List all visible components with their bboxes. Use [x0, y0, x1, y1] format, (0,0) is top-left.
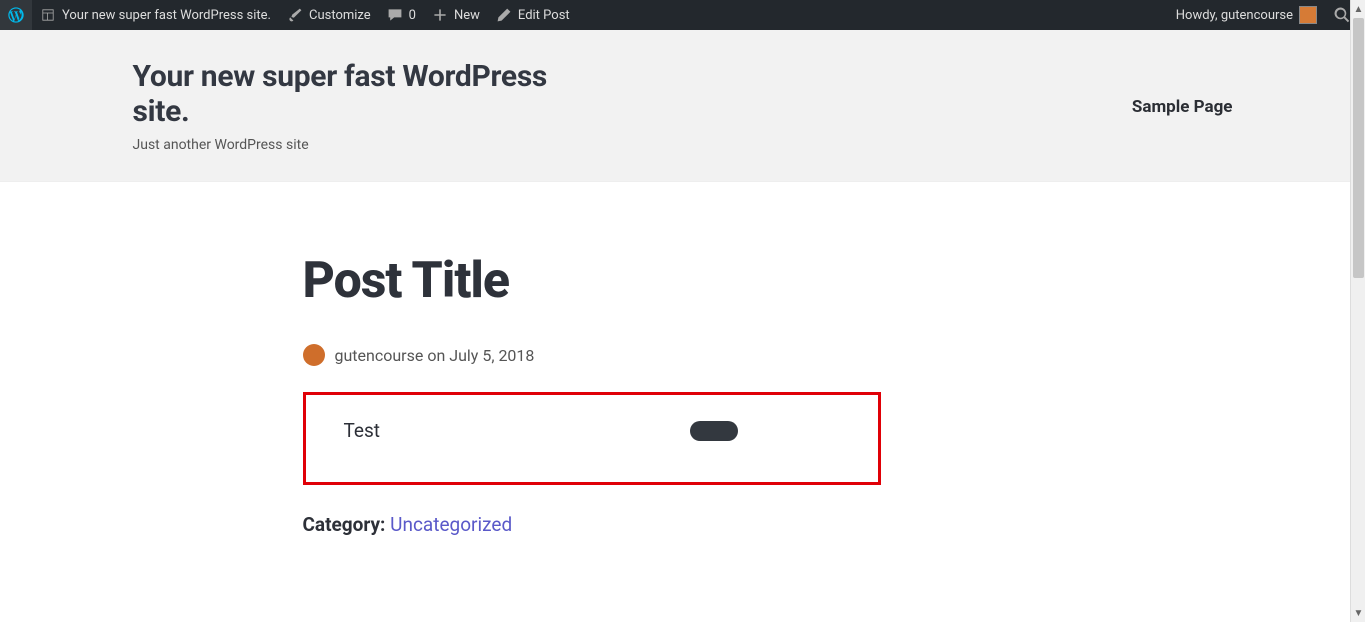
site-branding: Your new super fast WordPress site. Just… — [133, 60, 593, 153]
vertical-scrollbar[interactable]: ▲ ▼ — [1350, 0, 1365, 622]
post-byline: gutencourse on July 5, 2018 — [303, 344, 1103, 366]
search-icon — [1333, 6, 1351, 24]
post-title: Post Title — [303, 252, 1103, 310]
customize-label: Customize — [309, 8, 371, 23]
site-tagline: Just another WordPress site — [133, 137, 593, 153]
wordpress-logo-icon — [8, 7, 24, 23]
customize-link[interactable]: Customize — [279, 0, 379, 30]
site-name-label: Your new super fast WordPress site. — [62, 8, 271, 23]
new-content-link[interactable]: New — [424, 0, 488, 30]
adminbar-left: Your new super fast WordPress site. Cust… — [0, 0, 578, 30]
scroll-up-arrow-icon[interactable]: ▲ — [1353, 2, 1364, 16]
category-link[interactable]: Uncategorized — [390, 513, 512, 536]
comments-link[interactable]: 0 — [379, 0, 424, 30]
edit-post-label: Edit Post — [518, 8, 570, 23]
wp-logo-menu[interactable] — [0, 0, 32, 30]
my-account-link[interactable]: Howdy, gutencourse — [1168, 0, 1325, 30]
plus-icon — [432, 7, 448, 23]
on-word: on — [423, 346, 449, 365]
category-line: Category: Uncategorized — [303, 513, 1103, 536]
post-main: Post Title gutencourse on July 5, 2018 T… — [263, 182, 1103, 622]
post-content-text: Test — [344, 419, 381, 442]
site-name-menu[interactable]: Your new super fast WordPress site. — [32, 0, 279, 30]
author-link[interactable]: gutencourse — [335, 346, 424, 365]
wp-admin-bar: Your new super fast WordPress site. Cust… — [0, 0, 1365, 30]
primary-nav: Sample Page — [1132, 97, 1233, 117]
date-link[interactable]: July 5, 2018 — [449, 346, 534, 365]
dashboard-icon — [40, 7, 56, 23]
author-avatar-icon — [303, 344, 325, 366]
byline-text: gutencourse on July 5, 2018 — [335, 346, 535, 365]
brush-icon — [287, 7, 303, 23]
category-label: Category: — [303, 513, 391, 536]
site-header: Your new super fast WordPress site. Just… — [0, 30, 1365, 182]
adminbar-right: Howdy, gutencourse — [1168, 0, 1365, 30]
comment-icon — [387, 7, 403, 23]
avatar-icon — [1299, 6, 1317, 24]
comments-count: 0 — [409, 8, 416, 23]
pencil-icon — [496, 7, 512, 23]
scroll-thumb[interactable] — [1353, 18, 1364, 278]
edit-post-link[interactable]: Edit Post — [488, 0, 578, 30]
howdy-text: Howdy, gutencourse — [1176, 8, 1293, 23]
scroll-down-arrow-icon[interactable]: ▼ — [1353, 606, 1364, 620]
post-content-highlight: Test — [303, 392, 881, 485]
site-title[interactable]: Your new super fast WordPress site. — [133, 60, 593, 129]
nav-sample-page[interactable]: Sample Page — [1132, 97, 1233, 117]
content-pill-shape — [690, 421, 738, 441]
new-label: New — [454, 8, 480, 23]
